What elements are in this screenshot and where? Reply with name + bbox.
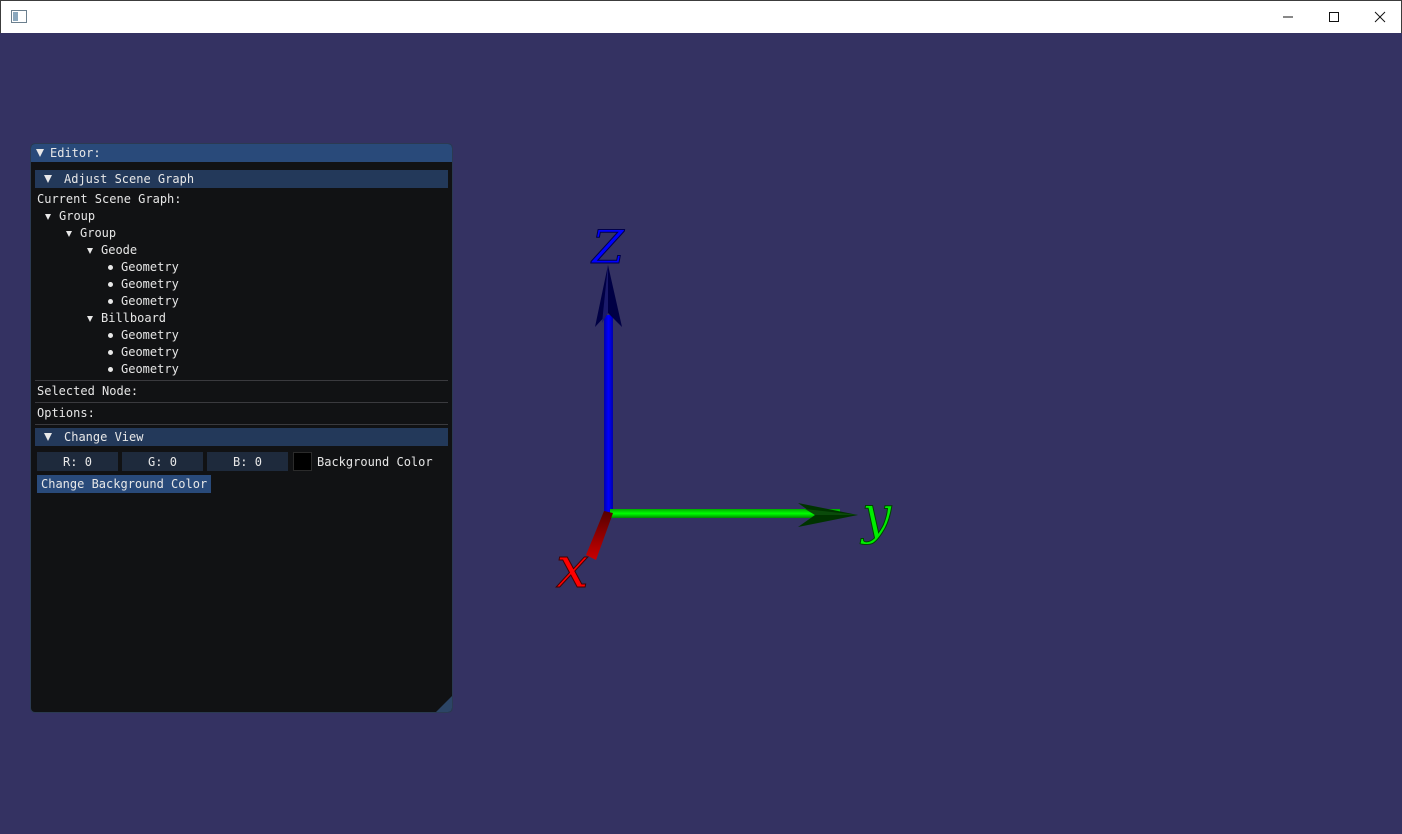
tree-leaf-geometry[interactable]: Geometry [31, 276, 452, 293]
tree-node-group-child[interactable]: Group [31, 225, 452, 242]
header-label: Change View [64, 430, 144, 444]
r-input[interactable]: R: 0 [37, 452, 118, 471]
maximize-icon [1329, 12, 1339, 22]
close-button[interactable] [1357, 1, 1402, 33]
bullet-icon [108, 282, 113, 287]
expand-arrow-icon [87, 247, 93, 254]
expand-arrow-icon [44, 175, 52, 183]
editor-title: Editor: [50, 146, 101, 160]
tree-leaf-label: Geometry [121, 277, 179, 291]
collapse-arrow-icon[interactable] [36, 149, 44, 157]
editor-title-bar[interactable]: Editor: [31, 144, 452, 162]
expand-arrow-icon [45, 213, 51, 220]
y-axis-label: y [860, 486, 892, 546]
tree-leaf-geometry[interactable]: Geometry [31, 293, 452, 310]
change-view-header[interactable]: Change View [35, 428, 448, 446]
bullet-icon [108, 265, 113, 270]
y-axis [610, 503, 858, 527]
adjust-scene-graph-header[interactable]: Adjust Scene Graph [35, 170, 448, 188]
close-icon [1374, 11, 1386, 23]
tree-node-label: Group [80, 226, 117, 240]
b-input[interactable]: B: 0 [207, 452, 288, 471]
expand-arrow-icon [44, 433, 52, 441]
tree-node-group[interactable]: Group [31, 208, 452, 225]
tree-leaf-label: Geometry [121, 328, 179, 342]
z-axis-label: Z [590, 220, 625, 274]
tree-node-geode[interactable]: Geode [31, 242, 452, 259]
separator [35, 424, 448, 425]
minimize-button[interactable] [1265, 1, 1311, 33]
tree-leaf-label: Geometry [121, 294, 179, 308]
background-color-label: Background Color [317, 454, 433, 469]
tree-node-label: Geode [101, 243, 138, 257]
editor-window[interactable]: Editor: Adjust Scene Graph Current Scene… [30, 143, 453, 713]
current-scene-graph-label: Current Scene Graph: [37, 192, 182, 206]
x-axis-label: x [556, 533, 589, 601]
selected-node-label: Selected Node: [37, 384, 139, 398]
bullet-icon [108, 333, 113, 338]
tree-leaf-label: Geometry [121, 345, 179, 359]
separator [35, 402, 448, 403]
minimize-icon [1283, 16, 1293, 18]
bullet-icon [108, 367, 113, 372]
tree-leaf-geometry[interactable]: Geometry [31, 259, 452, 276]
tree-leaf-label: Geometry [121, 260, 179, 274]
maximize-button[interactable] [1311, 1, 1357, 33]
tree-leaf-geometry[interactable]: Geometry [31, 344, 452, 361]
z-axis [595, 265, 622, 513]
app-icon [11, 10, 27, 23]
separator [35, 380, 448, 381]
g-input[interactable]: G: 0 [122, 452, 203, 471]
color-input-row: R: 0 G: 0 B: 0 Background Color [37, 452, 452, 471]
color-swatch[interactable] [293, 452, 312, 471]
tree-node-label: Group [59, 209, 96, 223]
change-background-color-button[interactable]: Change Background Color [37, 475, 212, 493]
x-axis [586, 511, 613, 560]
axes-gizmo: Z y x [556, 220, 893, 602]
expand-arrow-icon [66, 230, 72, 237]
tree-leaf-geometry[interactable]: Geometry [31, 361, 452, 378]
tree-leaf-label: Geometry [121, 362, 179, 376]
options-label: Options: [37, 406, 95, 420]
bullet-icon [108, 350, 113, 355]
tree-node-label: Billboard [101, 311, 167, 325]
header-label: Adjust Scene Graph [64, 172, 195, 186]
bullet-icon [108, 299, 113, 304]
tree-leaf-geometry[interactable]: Geometry [31, 327, 452, 344]
tree-node-billboard[interactable]: Billboard [31, 310, 452, 327]
title-bar [0, 0, 1402, 33]
expand-arrow-icon [87, 315, 93, 322]
resize-grip[interactable] [436, 696, 452, 712]
